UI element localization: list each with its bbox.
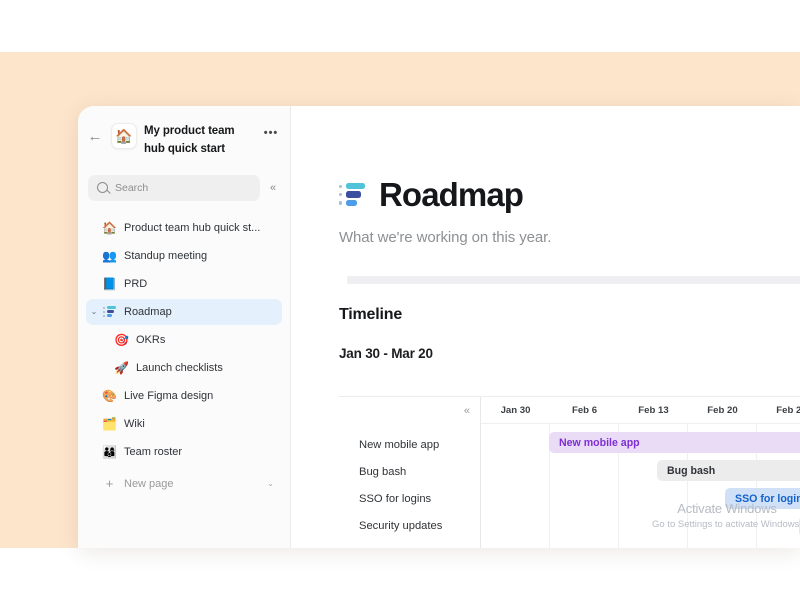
roadmap-gantt-icon — [339, 182, 365, 207]
card-index-dividers-icon: 🗂️ — [102, 416, 117, 431]
timeline-date-header: Jan 30 Feb 6 Feb 13 Feb 20 Feb 27 — [481, 397, 800, 424]
sidebar-item-team-roster[interactable]: 👨‍👩‍👦 Team roster — [86, 439, 282, 465]
figma-icon: 🎨 — [102, 388, 117, 403]
book-icon: 📘 — [102, 276, 117, 291]
timeline-heading: Timeline — [339, 306, 403, 323]
sidebar-item-roadmap[interactable]: ⌄ Roadmap — [86, 298, 282, 325]
family-icon: 👨‍👩‍👦 — [102, 444, 117, 459]
timeline-date-tick: Feb 27 — [776, 404, 800, 416]
sidebar-item-launch-checklists[interactable]: 🚀 Launch checklists — [86, 355, 282, 381]
sidebar-item-okrs[interactable]: 🎯 OKRs — [86, 327, 282, 353]
sidebar-item-standup-meeting[interactable]: 👥 Standup meeting — [86, 243, 282, 269]
timeline-bars: New mobile app Bug bash SSO for logins S… — [481, 424, 800, 548]
search-row: Search « — [78, 159, 290, 201]
timeline-date-range: Jan 30 - Mar 20 — [339, 346, 433, 361]
timeline-bar-sso-for-logins[interactable]: SSO for logins — [725, 488, 800, 509]
sidebar-item-prd[interactable]: 📘 PRD — [86, 271, 282, 297]
timeline-chart-panel: Jan 30 Feb 6 Feb 13 Feb 20 Feb 27 — [481, 397, 800, 548]
page-header: Roadmap What we're working on this year. — [291, 106, 800, 284]
rocket-icon: 🚀 — [114, 360, 129, 375]
timeline-row-label[interactable]: New mobile app — [339, 431, 480, 458]
search-input[interactable]: Search — [88, 174, 260, 201]
timeline-bar-new-mobile-app[interactable]: New mobile app — [549, 432, 800, 453]
sidebar-item-label: Roadmap — [124, 305, 172, 318]
sidebar-nav: 🏠 Product team hub quick st... 👥 Standup… — [78, 201, 290, 497]
new-page-label: New page — [124, 477, 174, 490]
timeline-bar-bug-bash[interactable]: Bug bash — [657, 460, 800, 481]
page-title-row: Roadmap — [339, 178, 800, 211]
search-placeholder: Search — [115, 181, 149, 194]
roadmap-gantt-icon — [100, 306, 119, 318]
sidebar-item-product-team-hub[interactable]: 🏠 Product team hub quick st... — [86, 215, 282, 241]
timeline-widget: « New mobile app Bug bash SSO for logins… — [339, 396, 800, 548]
new-page-button[interactable]: + New page ⌄ — [86, 471, 282, 497]
timeline-row-label[interactable]: Bug bash — [339, 458, 480, 485]
plus-icon: + — [105, 476, 114, 492]
sidebar-item-label: PRD — [124, 277, 148, 290]
document-title: My product team hub quick start — [144, 125, 235, 155]
sidebar-item-label: Standup meeting — [124, 249, 208, 262]
collapse-sidebar-icon[interactable]: « — [264, 182, 282, 194]
timeline-collapse-icon[interactable]: « — [464, 405, 470, 417]
more-options-icon[interactable]: ••• — [262, 127, 280, 139]
timeline-row-label[interactable]: SSO for logins — [339, 485, 480, 512]
timeline-date-tick: Feb 13 — [638, 404, 669, 416]
timeline-date-tick: Feb 20 — [707, 404, 738, 416]
sidebar-item-label: Launch checklists — [136, 361, 223, 374]
app-window-card: ← 🏠 My product team hub quick start ••• … — [78, 106, 800, 548]
page-subtitle: What we're working on this year. — [339, 229, 552, 246]
timeline-bar-label: SSO for logins — [735, 492, 800, 505]
screenshot-root: ← 🏠 My product team hub quick start ••• … — [0, 0, 800, 600]
timeline-row-labels-panel: « New mobile app Bug bash SSO for logins… — [339, 397, 481, 548]
timeline-bar-label: New mobile app — [559, 436, 640, 449]
sidebar-item-label: OKRs — [136, 333, 166, 346]
people-icon: 👥 — [102, 248, 117, 263]
page-title: Roadmap — [379, 176, 524, 213]
timeline-date-tick: Jan 30 — [500, 404, 531, 416]
sidebar: ← 🏠 My product team hub quick start ••• … — [78, 106, 291, 548]
sidebar-header: ← 🏠 My product team hub quick start ••• — [78, 108, 290, 159]
target-icon: 🎯 — [114, 332, 129, 347]
sidebar-item-label: Product team hub quick st... — [124, 221, 261, 234]
timeline-row-label-list: New mobile app Bug bash SSO for logins S… — [339, 397, 480, 539]
sidebar-item-label: Live Figma design — [124, 389, 214, 402]
timeline-date-tick: Feb 6 — [571, 404, 598, 416]
main-content: Roadmap What we're working on this year.… — [291, 106, 800, 548]
timeline-row-label[interactable]: Security updates — [339, 512, 480, 539]
sidebar-item-live-figma-design[interactable]: 🎨 Live Figma design — [86, 383, 282, 409]
sidebar-item-label: Team roster — [124, 445, 183, 458]
timeline-bar-label: Bug bash — [667, 464, 716, 477]
chevron-down-icon[interactable]: ⌄ — [88, 307, 100, 316]
house-icon: 🏠 — [102, 220, 117, 235]
sidebar-item-wiki[interactable]: 🗂️ Wiki — [86, 411, 282, 437]
section-divider — [347, 276, 800, 284]
search-icon — [97, 182, 108, 194]
chevron-down-icon[interactable]: ⌄ — [267, 479, 274, 488]
sidebar-item-label: Wiki — [124, 417, 145, 430]
home-icon[interactable]: 🏠 — [111, 123, 137, 149]
back-arrow-icon[interactable]: ← — [86, 126, 104, 146]
